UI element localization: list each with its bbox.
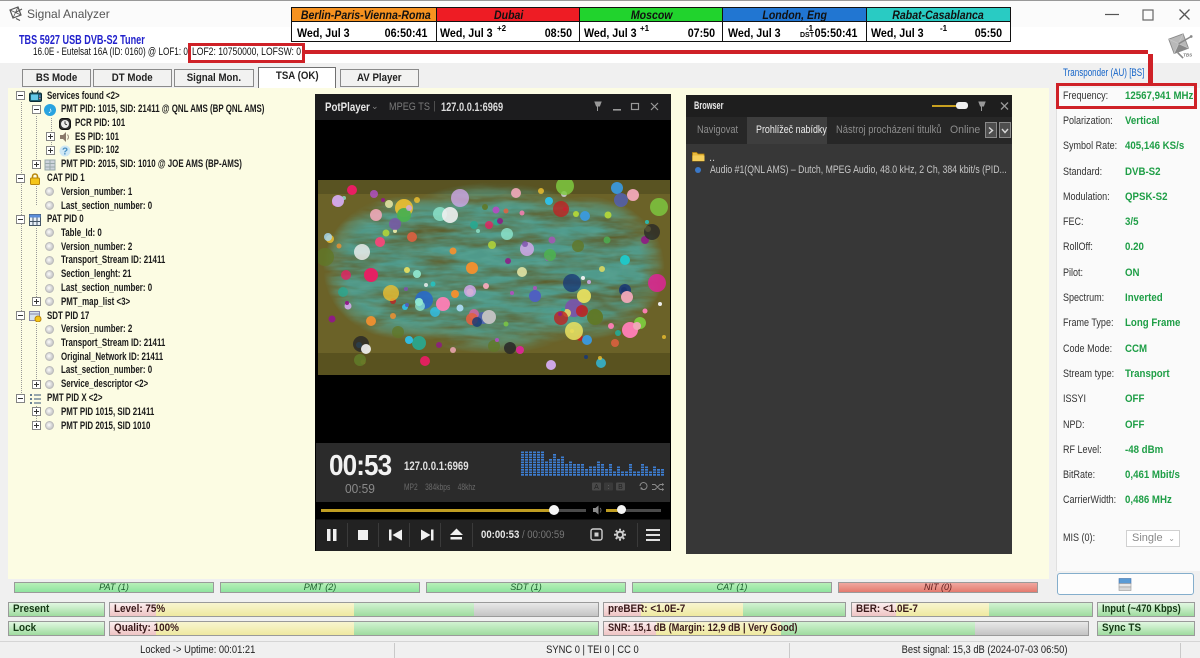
svg-text:?: ? [61,147,67,158]
svg-text:A: A [594,484,599,491]
svg-text:♪: ♪ [48,106,52,115]
svg-text::: : [608,484,610,491]
svg-text:B: B [618,484,623,491]
svg-text:TBS: TBS [1183,52,1192,57]
